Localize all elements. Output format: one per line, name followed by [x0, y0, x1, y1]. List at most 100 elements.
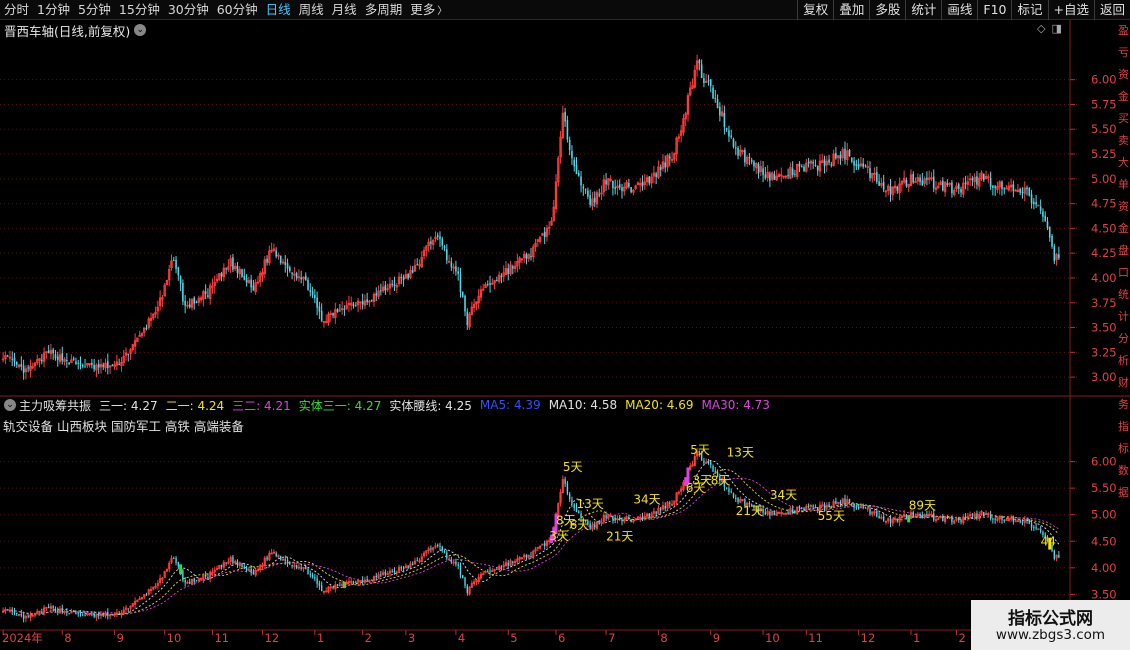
indicator-value-3: 实体三一: 4.27	[298, 398, 382, 413]
candle-body	[598, 194, 601, 196]
indicator-value-6: MA10: 4.58	[548, 398, 618, 412]
candle-body	[232, 257, 234, 270]
ind-candle-body	[252, 571, 255, 575]
tool-button-5[interactable]: F10	[977, 0, 1011, 20]
candle-body	[580, 176, 582, 186]
ind-candle-body	[855, 506, 858, 508]
tool-button-6[interactable]: 标记	[1011, 0, 1047, 20]
highlight-bar	[907, 515, 911, 523]
candle-body	[464, 295, 466, 312]
tool-button-7[interactable]: +自选	[1047, 0, 1094, 20]
tab-2[interactable]: 5分钟	[74, 0, 115, 20]
ind-candle-body	[314, 576, 316, 579]
tab-1[interactable]: 1分钟	[33, 0, 74, 20]
ind-candle-body	[127, 608, 129, 610]
ind-candle-body	[22, 614, 25, 619]
diamond-icon[interactable]: ◇	[1037, 22, 1045, 35]
tab-9[interactable]: 多周期	[361, 0, 407, 20]
x-tick-label: 2	[958, 631, 965, 645]
ind-candle-body	[798, 506, 801, 509]
ind-candle-body	[295, 565, 298, 568]
ind-candle-body	[75, 612, 77, 614]
candle-body	[618, 184, 621, 188]
chevron-down-icon[interactable]: ⌄	[4, 399, 16, 411]
candle-body	[204, 291, 207, 294]
chevron-down-icon[interactable]: ⌄	[134, 24, 147, 36]
y-tick-label: 3.00	[1091, 370, 1117, 384]
ind-candle-body	[839, 501, 842, 505]
ind-candle-body	[1058, 555, 1060, 558]
indicator-grid	[0, 461, 1080, 595]
tool-button-4[interactable]: 画线	[941, 0, 977, 20]
candle-body	[839, 154, 842, 160]
candle-body	[992, 185, 994, 189]
tool-button-3[interactable]: 统计	[905, 0, 941, 20]
candle-body	[575, 164, 578, 174]
ind-candle-body	[266, 557, 268, 560]
ind-candle-body	[812, 505, 814, 507]
y-tick-label: 4.00	[1091, 561, 1117, 575]
candle-body	[193, 297, 196, 304]
price-chart[interactable]: 6.00 5.75 5.50 5.25 5.00 4.75 4.50 4.25 4.00 3.75…	[0, 20, 1130, 650]
ind-candle-body	[598, 522, 600, 524]
ind-candle-body	[737, 498, 739, 503]
tab-4[interactable]: 30分钟	[164, 0, 213, 20]
candle-body	[976, 176, 978, 185]
candle-body	[764, 174, 767, 178]
ind-candle-body	[730, 491, 732, 493]
tab-6[interactable]: 日线	[262, 0, 295, 20]
right-edge-char: 亏	[1118, 46, 1129, 59]
watermark-url: www.zbgs3.com	[995, 627, 1106, 643]
candle-body	[1019, 188, 1021, 193]
ind-candle-body	[466, 585, 468, 594]
ind-candle-body	[905, 515, 908, 519]
ind-candle-body	[1021, 521, 1024, 523]
candle-body	[709, 79, 712, 86]
tab-7[interactable]: 周线	[295, 0, 328, 20]
y-tick-label: 6.00	[1091, 455, 1117, 469]
ind-candle-body	[594, 524, 596, 528]
ind-candle-body	[316, 578, 318, 584]
candle-body	[862, 163, 864, 167]
candle-body	[1026, 187, 1028, 190]
candle-body	[566, 120, 569, 140]
tool-button-0[interactable]: 复权	[797, 0, 833, 20]
x-tick-label: 2024年	[2, 631, 43, 645]
candle-body	[748, 157, 751, 159]
candle-body	[848, 150, 851, 156]
tool-button-2[interactable]: 多股	[869, 0, 905, 20]
indicator-name[interactable]: 主力吸筹共振	[19, 397, 91, 414]
ma20-line	[2, 469, 1060, 615]
ind-candle-body	[787, 512, 789, 514]
tool-button-8[interactable]: 返回	[1093, 0, 1130, 20]
ind-candle-body	[851, 503, 853, 506]
ind-candle-body	[869, 508, 871, 515]
ind-candle-body	[844, 498, 846, 505]
candle-body	[791, 168, 794, 176]
y-tick-label: 4.75	[1091, 197, 1117, 211]
tab-10[interactable]: 更多〉	[406, 0, 451, 20]
tab-8[interactable]: 月线	[328, 0, 361, 20]
ind-candle-body	[605, 515, 607, 518]
candle-body	[835, 153, 837, 159]
ind-candle-body	[182, 570, 184, 581]
tab-3[interactable]: 15分钟	[115, 0, 164, 20]
x-tick-label: 2	[365, 631, 372, 645]
ind-candle-body	[712, 465, 714, 472]
tab-0[interactable]: 分时	[0, 0, 33, 20]
window-toggle-icon[interactable]: ◨	[1051, 22, 1061, 35]
candle-body	[723, 113, 726, 127]
candle-body	[188, 304, 191, 308]
ind-candle-body	[391, 570, 393, 572]
x-tick-label: 3	[408, 631, 415, 645]
candle-body	[730, 135, 733, 138]
candle-body	[311, 291, 314, 295]
tool-button-1[interactable]: 叠加	[833, 0, 869, 20]
indicator-value-1: 二一: 4.24	[165, 398, 225, 413]
ind-candle-body	[1019, 520, 1021, 523]
candle-body	[455, 266, 457, 272]
tab-5[interactable]: 60分钟	[213, 0, 262, 20]
ind-candle-body	[614, 519, 616, 521]
right-edge-char: 务	[1118, 398, 1129, 411]
candle-body	[266, 258, 268, 263]
